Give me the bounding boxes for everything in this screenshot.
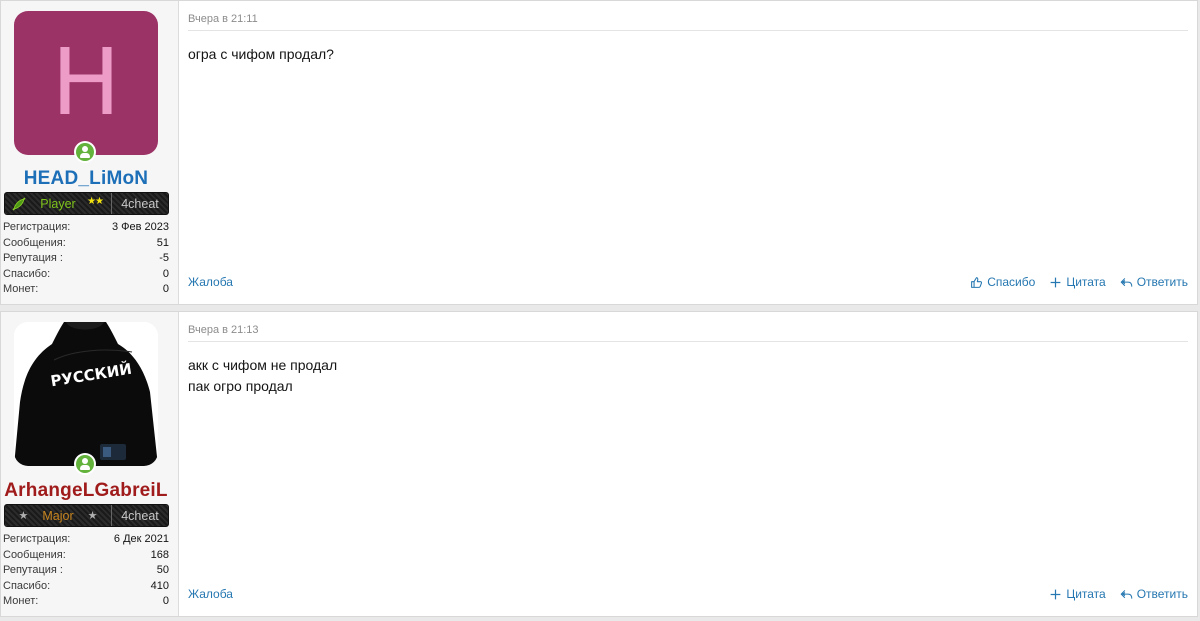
quote-label: Цитата — [1066, 587, 1106, 601]
user-info-panel: РУССКИЙ ArhangeLGabreiL ★ Major ★ 4cheat… — [1, 312, 179, 616]
message-line: акк с чифом не продал — [188, 357, 338, 373]
rank-star-icon: ★ — [18, 510, 29, 522]
stat-thanks: Спасибо: 410 — [3, 579, 169, 592]
stat-reputation: Репутация : -5 — [3, 252, 169, 264]
thanks-label: Спасибо — [987, 275, 1036, 289]
message-line: пак огро продал — [188, 378, 293, 394]
reply-button[interactable]: Ответить — [1120, 587, 1188, 601]
post-date[interactable]: Вчера в 21:13 — [188, 324, 259, 336]
leaf-icon — [12, 197, 26, 211]
stat-registration: Регистрация: 6 Дек 2021 — [3, 533, 169, 545]
report-link[interactable]: Жалоба — [188, 587, 233, 601]
avatar[interactable]: РУССКИЙ — [14, 322, 158, 466]
quote-button[interactable]: Цитата — [1049, 275, 1106, 289]
quote-label: Цитата — [1066, 275, 1106, 289]
reply-button[interactable]: Ответить — [1120, 275, 1188, 289]
rank-label: Player — [40, 196, 76, 211]
jacket-avatar-image: РУССКИЙ — [14, 322, 158, 466]
report-link[interactable]: Жалоба — [188, 275, 233, 289]
online-status-icon — [74, 453, 96, 475]
forum-tag: 4cheat — [121, 196, 159, 211]
post: РУССКИЙ ArhangeLGabreiL ★ Major ★ 4cheat… — [0, 311, 1198, 617]
user-info-panel: H HEAD_LiMoN Player ★★ 4cheat Регистраци… — [1, 1, 179, 304]
rank-banner: ★ Major ★ 4cheat — [4, 504, 169, 527]
message-line: огра с чифом продал? — [188, 46, 334, 62]
stat-messages: Сообщения: 168 — [3, 548, 169, 561]
stat-reputation: Репутация : 50 — [3, 564, 169, 576]
username[interactable]: ArhangeLGabreiL — [1, 480, 171, 502]
avatar-letter: H — [51, 29, 121, 136]
reply-label: Ответить — [1136, 275, 1188, 289]
stat-messages: Сообщения: 51 — [3, 236, 169, 249]
stat-coins: Монет: 0 — [3, 595, 169, 607]
divider — [188, 30, 1188, 31]
message-body: огра с чифом продал? — [188, 44, 334, 65]
post-actions: Жалоба Цитата Ответить — [188, 587, 1188, 603]
forum-tag: 4cheat — [121, 508, 159, 523]
divider — [188, 341, 1188, 342]
reply-icon — [1120, 277, 1133, 287]
plus-icon — [1050, 589, 1061, 599]
rank-star-icon: ★ — [87, 510, 98, 522]
avatar[interactable]: H — [14, 11, 158, 155]
message-cell: Вчера в 21:11 огра с чифом продал? Жалоб… — [179, 1, 1197, 304]
message-body: акк с чифом не продал пак огро продал — [188, 355, 337, 397]
post-actions: Жалоба Спасибо Цитата Ответить — [188, 275, 1188, 291]
username[interactable]: HEAD_LiMoN — [1, 168, 171, 190]
stat-coins: Монет: 0 — [3, 283, 169, 295]
post-date[interactable]: Вчера в 21:11 — [188, 13, 258, 25]
rank-label: Major — [42, 508, 74, 523]
message-cell: Вчера в 21:13 акк с чифом не продал пак … — [179, 312, 1197, 616]
thanks-button[interactable]: Спасибо — [970, 275, 1035, 289]
rank-stars-icon: ★★ — [87, 196, 104, 207]
reply-label: Ответить — [1136, 587, 1188, 601]
stat-registration: Регистрация: 3 Фев 2023 — [3, 221, 169, 233]
stat-thanks: Спасибо: 0 — [3, 267, 169, 280]
reply-icon — [1120, 589, 1133, 599]
post: H HEAD_LiMoN Player ★★ 4cheat Регистраци… — [0, 0, 1198, 305]
quote-button[interactable]: Цитата — [1049, 587, 1106, 601]
rank-banner: Player ★★ 4cheat — [4, 192, 169, 215]
user-stats: Регистрация: 3 Фев 2023 Сообщения: 51 Ре… — [3, 220, 169, 298]
plus-icon — [1050, 277, 1061, 287]
user-stats: Регистрация: 6 Дек 2021 Сообщения: 168 Р… — [3, 532, 169, 610]
thumbs-up-icon — [971, 276, 983, 288]
online-status-icon — [74, 141, 96, 163]
